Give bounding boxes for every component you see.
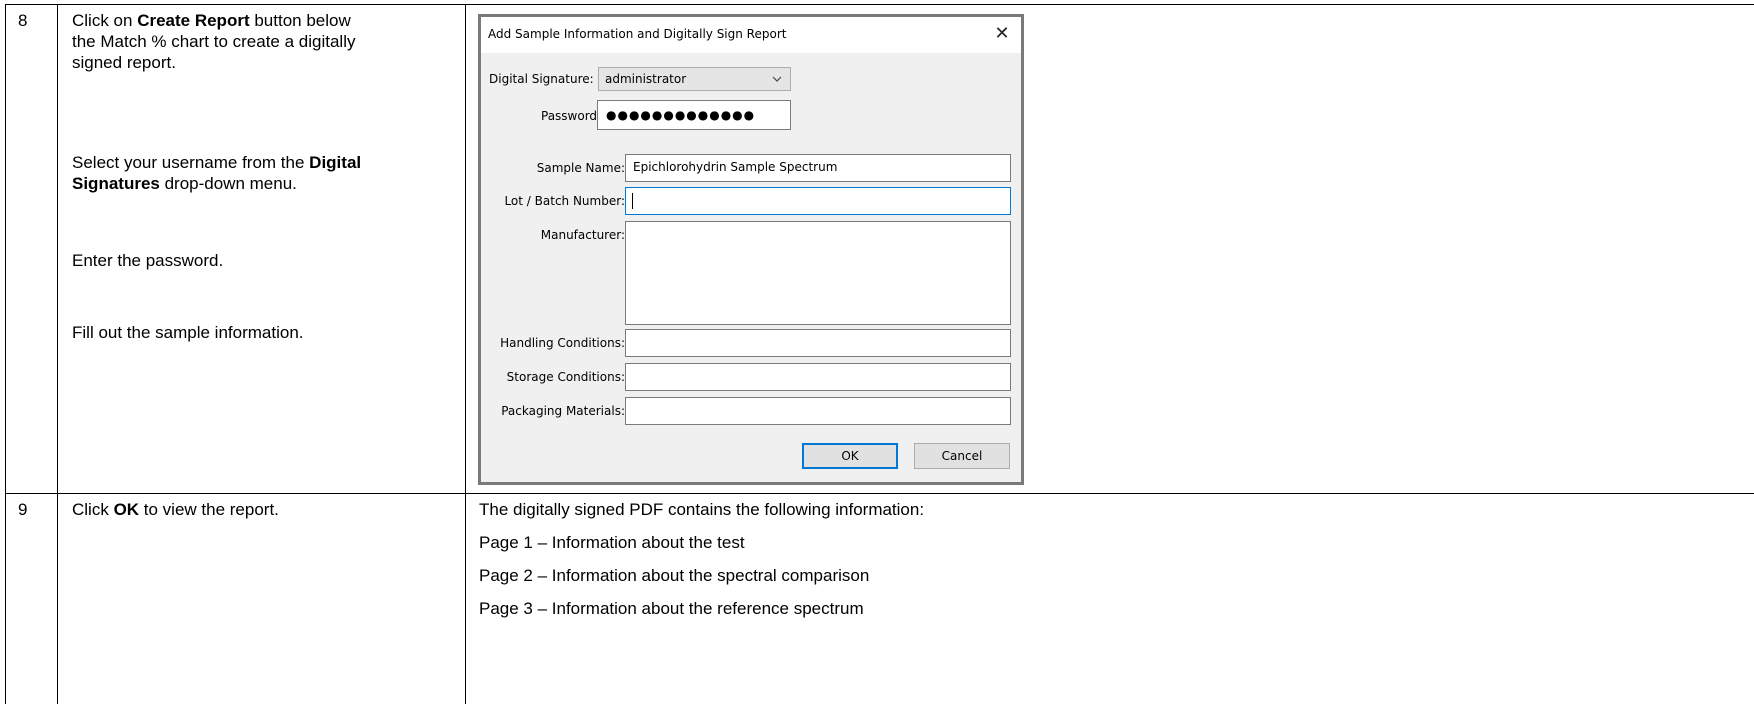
table-col-divider-1 — [57, 4, 58, 704]
result-line-2: Page 1 – Information about the test — [479, 533, 745, 552]
password-masked-value: ●●●●●●●●●●●●● — [606, 108, 756, 122]
close-icon[interactable]: ✕ — [989, 21, 1015, 47]
manufacturer-label: Manufacturer: — [540, 228, 625, 242]
digital-signature-label: Digital Signature: — [489, 72, 594, 86]
digital-bold: Digital — [309, 153, 362, 172]
step-8-p1-post: button below — [249, 11, 351, 30]
result-line-3: Page 2 – Information about the spectral … — [479, 566, 870, 585]
step-8-p1-pre: Click on — [72, 11, 138, 30]
signatures-bold: Signatures — [72, 174, 160, 193]
sign-report-dialog: Add Sample Information and Digitally Sig… — [478, 14, 1024, 485]
handling-conditions-label: Handling Conditions: — [500, 336, 625, 350]
handling-conditions-input[interactable] — [625, 329, 1011, 357]
sample-name-input[interactable]: Epichlorohydrin Sample Spectrum — [625, 154, 1011, 182]
dialog-title: Add Sample Information and Digitally Sig… — [488, 27, 787, 41]
step-number-8: 8 — [18, 11, 28, 30]
storage-conditions-input[interactable] — [625, 363, 1011, 391]
step-8-p1-line3: signed report. — [72, 53, 176, 72]
step-8-paragraph-3: Enter the password. — [72, 251, 224, 270]
password-label: Password: — [541, 109, 602, 123]
step-8-paragraph-1: Click on Create Report button below the … — [72, 10, 457, 73]
packaging-materials-label: Packaging Materials: — [501, 404, 625, 418]
result-line-4: Page 3 – Information about the reference… — [479, 599, 864, 618]
chevron-down-icon — [772, 76, 782, 82]
table-left-border — [5, 4, 6, 704]
packaging-materials-input[interactable] — [625, 397, 1011, 425]
step-8-p2-post: drop-down menu. — [159, 174, 297, 193]
result-line-1: The digitally signed PDF contains the fo… — [479, 500, 925, 519]
dialog-titlebar: Add Sample Information and Digitally Sig… — [481, 17, 1021, 53]
ok-button[interactable]: OK — [802, 443, 898, 469]
step-8-paragraph-4: Fill out the sample information. — [72, 323, 304, 342]
digital-signature-dropdown[interactable]: administrator — [598, 67, 791, 91]
lot-batch-label: Lot / Batch Number: — [504, 194, 625, 208]
step-9-post: to view the report. — [139, 500, 279, 519]
step-9-instruction: Click OK to view the report. — [72, 499, 279, 520]
create-report-bold: Create Report — [137, 11, 250, 30]
step-8-p2-pre: Select your username from the — [72, 153, 310, 172]
digital-signature-value: administrator — [605, 72, 687, 86]
table-row-divider — [5, 493, 1754, 494]
sample-name-label: Sample Name: — [536, 161, 625, 175]
manufacturer-textarea[interactable] — [625, 221, 1011, 325]
ok-bold: OK — [113, 500, 140, 519]
table-col-divider-2 — [465, 4, 466, 704]
password-input[interactable]: ●●●●●●●●●●●●● — [597, 100, 791, 130]
step-8-p1-line2: the Match % chart to create a digitally — [72, 32, 356, 51]
cancel-button[interactable]: Cancel — [914, 443, 1010, 469]
step-number-9: 9 — [18, 500, 28, 519]
storage-conditions-label: Storage Conditions: — [506, 370, 625, 384]
table-top-border — [5, 4, 1754, 5]
lot-batch-input[interactable] — [625, 187, 1011, 215]
step-8-paragraph-2: Select your username from the Digital Si… — [72, 152, 457, 194]
text-caret — [632, 193, 633, 209]
step-9-pre: Click — [72, 500, 114, 519]
